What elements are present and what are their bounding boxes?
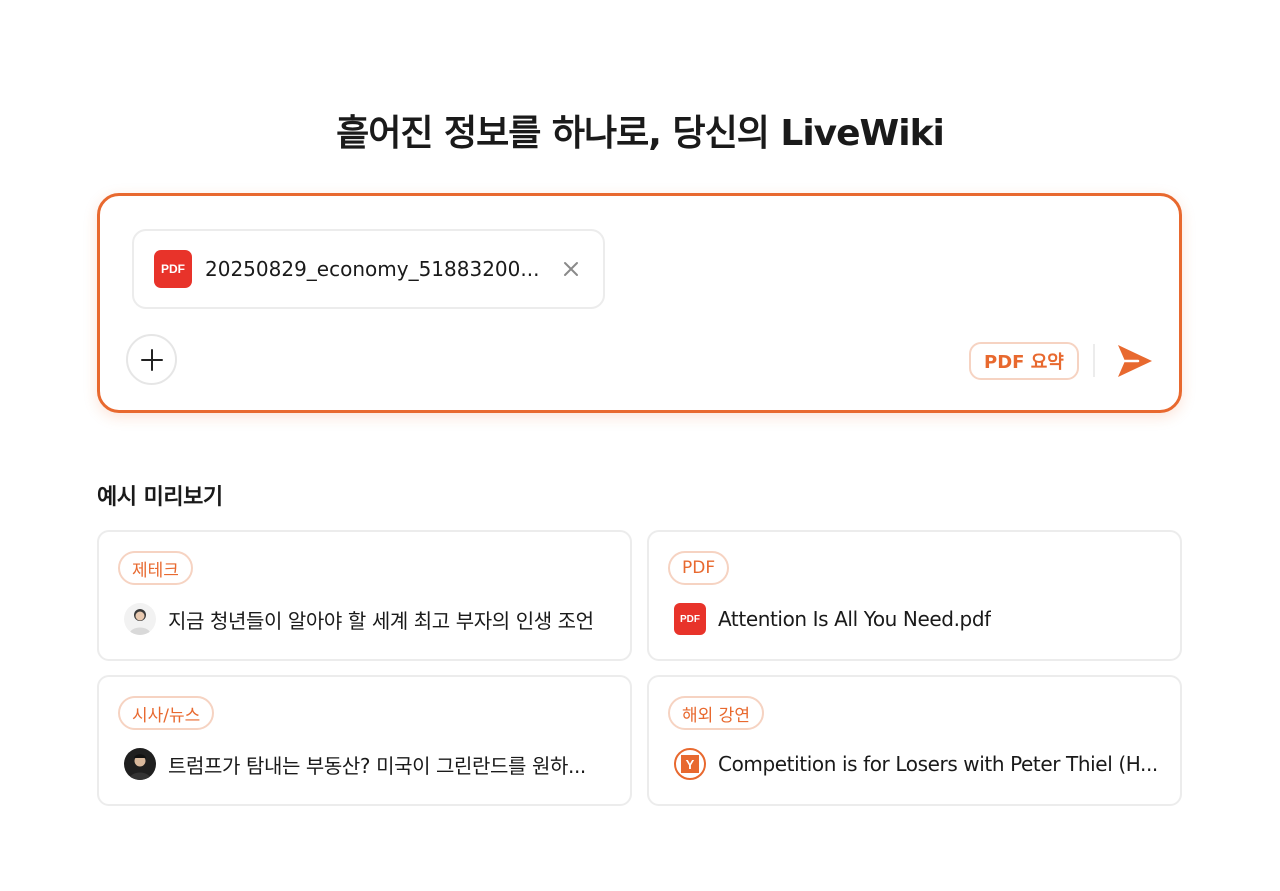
- plus-icon: [140, 348, 163, 371]
- send-arrow-icon: [1118, 345, 1152, 377]
- example-card-title: 트럼프가 탐내는 부동산? 미국이 그린란드를 원하...: [168, 753, 586, 778]
- example-card[interactable]: 제테크 지금 청년들이 알아야 할 세계 최고 부자의 인생 조언: [97, 530, 632, 661]
- category-tag: 해외 강연: [668, 696, 764, 730]
- category-tag: 시사/뉴스: [118, 696, 215, 730]
- pdf-file-icon: PDF: [674, 603, 706, 635]
- composer-box[interactable]: PDF 20250829_economy_51883200... PDF 요약: [97, 193, 1182, 413]
- send-button[interactable]: [1116, 343, 1154, 379]
- attached-file-chip: PDF 20250829_economy_51883200...: [132, 229, 605, 309]
- category-tag: 제테크: [118, 551, 193, 585]
- composer-divider: [1093, 344, 1095, 377]
- y-combinator-icon: Y: [674, 748, 706, 780]
- remove-attachment-close-icon[interactable]: [559, 257, 583, 281]
- person-avatar-icon: [124, 748, 156, 780]
- example-card[interactable]: 시사/뉴스 트럼프가 탐내는 부동산? 미국이 그린란드를 원하...: [97, 675, 632, 806]
- example-card[interactable]: PDF PDF Attention Is All You Need.pdf: [647, 530, 1182, 661]
- page-headline: 흩어진 정보를 하나로, 당신의 LiveWiki: [336, 113, 945, 154]
- add-attachment-button[interactable]: [126, 334, 177, 385]
- person-avatar-icon: [124, 603, 156, 635]
- example-card-title: Attention Is All You Need.pdf: [718, 607, 991, 631]
- pdf-file-icon: PDF: [154, 250, 192, 288]
- attached-file-name: 20250829_economy_51883200...: [205, 257, 540, 281]
- examples-section-title: 예시 미리보기: [97, 485, 223, 510]
- example-card[interactable]: 해외 강연 Y Competition is for Losers with P…: [647, 675, 1182, 806]
- pdf-summary-button[interactable]: PDF 요약: [969, 342, 1079, 380]
- example-card-title: 지금 청년들이 알아야 할 세계 최고 부자의 인생 조언: [168, 608, 594, 633]
- category-tag: PDF: [668, 551, 730, 585]
- example-card-title: Competition is for Losers with Peter Thi…: [718, 752, 1158, 776]
